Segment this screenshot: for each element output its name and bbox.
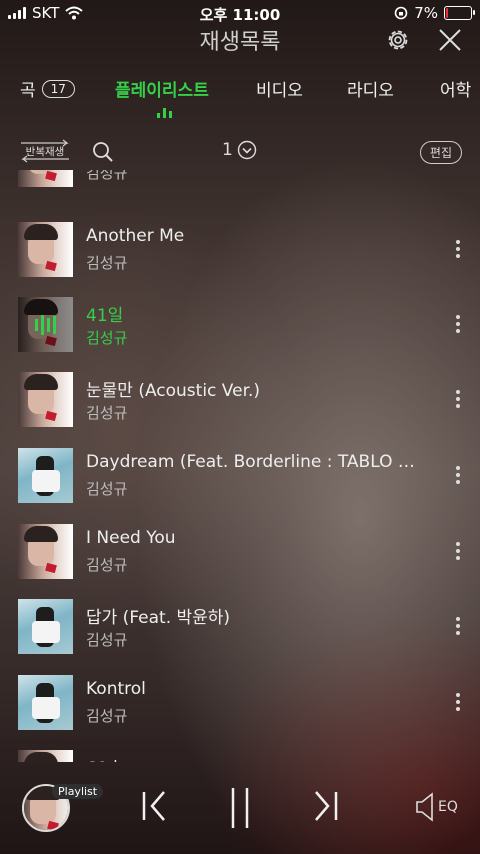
song-title: 60초 [86, 754, 123, 762]
speaker-icon [416, 792, 433, 822]
header: 재생목록 [0, 22, 480, 60]
playlist-badge: Playlist [52, 784, 104, 799]
select-count-dropdown[interactable]: 1 [222, 140, 257, 160]
repeat-button[interactable]: 반복재생 [18, 138, 72, 164]
list-item[interactable]: 눈물만 (Acoustic Ver.) 김성규 [0, 360, 480, 435]
search-icon[interactable] [92, 141, 114, 163]
tab-video[interactable]: 비디오 [256, 76, 303, 101]
song-artist: 김성규 [86, 170, 128, 182]
album-art [18, 599, 73, 654]
repeat-label: 반복재생 [25, 145, 65, 158]
now-playing-indicator-icon [157, 108, 173, 118]
tab-playlist[interactable]: 플레이리스트 [115, 76, 209, 101]
close-icon[interactable] [436, 26, 464, 54]
song-artist: 김성규 [86, 631, 128, 649]
list-item[interactable]: Another Me 김성규 [0, 210, 480, 285]
song-artist: 김성규 [86, 329, 128, 347]
album-art [18, 448, 73, 503]
song-list: 김성규 Another Me 김성규 41일 김성규 눈물만 (Acoustic… [0, 170, 480, 762]
album-art [18, 524, 73, 579]
song-artist: 김성규 [86, 480, 128, 498]
song-title: 눈물만 (Acoustic Ver.) [86, 381, 261, 401]
more-options-icon[interactable] [456, 617, 460, 635]
rotation-lock-icon [394, 6, 408, 20]
song-title: 41일 [86, 306, 124, 326]
tab-language[interactable]: 어학 [440, 76, 471, 101]
tab-songs-label: 곡 [20, 81, 36, 101]
tab-songs[interactable]: 곡 17 [20, 76, 75, 101]
more-options-icon[interactable] [456, 390, 460, 408]
previous-icon[interactable] [140, 786, 170, 826]
more-options-icon[interactable] [456, 315, 460, 333]
list-item[interactable]: I Need You 김성규 [0, 512, 480, 587]
song-artist: 김성규 [86, 556, 128, 574]
more-options-icon[interactable] [456, 240, 460, 258]
song-artist: 김성규 [86, 707, 128, 725]
song-title: Another Me [86, 226, 185, 246]
battery-icon [444, 6, 475, 20]
edit-button[interactable]: 편집 [419, 141, 462, 164]
category-tabs: 곡 17 플레이리스트 비디오 라디오 어학 [0, 70, 480, 120]
album-art [18, 297, 73, 352]
eq-label: EQ [438, 799, 458, 815]
list-item[interactable]: 답가 (Feat. 박윤하) 김성규 [0, 587, 480, 662]
list-item[interactable]: Daydream (Feat. Borderline : TABLO & ...… [0, 436, 480, 511]
list-item[interactable]: 60초 [0, 738, 480, 762]
album-art [18, 222, 73, 277]
selected-count: 1 [222, 140, 233, 160]
song-artist: 김성규 [86, 254, 128, 272]
album-art [18, 372, 73, 427]
album-art [18, 170, 73, 187]
list-item-now-playing[interactable]: 41일 김성규 [0, 285, 480, 360]
chevron-down-icon [237, 140, 257, 160]
tab-radio[interactable]: 라디오 [347, 76, 394, 101]
eq-button[interactable]: EQ [414, 792, 458, 822]
more-options-icon[interactable] [456, 542, 460, 560]
more-options-icon[interactable] [456, 466, 460, 484]
song-title: Kontrol [86, 679, 146, 699]
list-item[interactable]: 김성규 [0, 170, 480, 195]
song-artist: 김성규 [86, 404, 128, 422]
list-toolbar: 반복재생 1 편집 [0, 136, 480, 170]
song-title: 답가 (Feat. 박윤하) [86, 608, 231, 628]
album-art [18, 675, 73, 730]
pause-icon[interactable] [226, 786, 254, 830]
equalizer-icon [18, 297, 73, 352]
song-title: Daydream (Feat. Borderline : TABLO & ... [86, 452, 426, 472]
battery-percent: 7% [414, 4, 438, 22]
song-title: I Need You [86, 528, 176, 548]
mini-player: Playlist EQ [0, 762, 480, 854]
next-icon[interactable] [310, 786, 340, 826]
more-options-icon[interactable] [456, 693, 460, 711]
song-count-badge: 17 [41, 79, 75, 98]
album-art [18, 750, 73, 762]
gear-icon[interactable] [384, 26, 412, 54]
list-item[interactable]: Kontrol 김성규 [0, 663, 480, 738]
